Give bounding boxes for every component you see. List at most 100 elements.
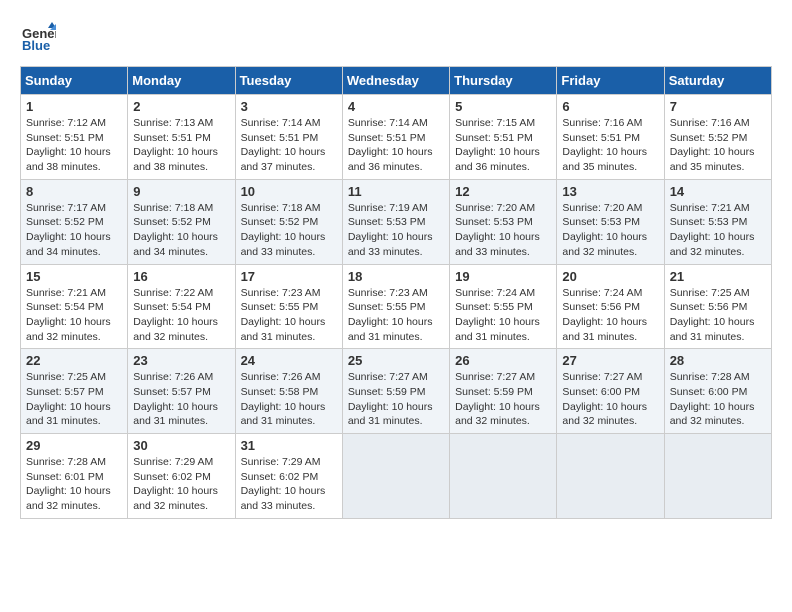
weekday-header-saturday: Saturday — [664, 67, 771, 95]
calendar-cell: 9Sunrise: 7:18 AMSunset: 5:52 PMDaylight… — [128, 179, 235, 264]
page-header: General Blue — [20, 20, 772, 56]
calendar-cell: 20Sunrise: 7:24 AMSunset: 5:56 PMDayligh… — [557, 264, 664, 349]
calendar-cell — [664, 434, 771, 519]
calendar-cell: 25 Sunrise: 7:27 AMSunset: 5:59 PMDayligh… — [342, 349, 449, 434]
day-info: Sunrise: 7:25 AMSunset: 5:57 PMDaylight:… — [26, 370, 122, 429]
day-number: 15 — [26, 269, 122, 284]
calendar-cell: 24 Sunrise: 7:26 AMSunset: 5:58 PMDayligh… — [235, 349, 342, 434]
day-info: Sunrise: 7:29 AMSunset: 6:02 PMDaylight:… — [133, 455, 229, 514]
day-number: 13 — [562, 184, 658, 199]
calendar-cell: 8 Sunrise: 7:17 AMSunset: 5:52 PMDaylight… — [21, 179, 128, 264]
calendar-cell: 23 Sunrise: 7:26 AMSunset: 5:57 PMDayligh… — [128, 349, 235, 434]
day-info: Sunrise: 7:26 AMSunset: 5:57 PMDaylight:… — [133, 370, 229, 429]
day-info: Sunrise: 7:23 AMSunset: 5:55 PMDaylight:… — [241, 286, 337, 345]
calendar-cell: 31Sunrise: 7:29 AMSunset: 6:02 PMDayligh… — [235, 434, 342, 519]
calendar-cell: 16 Sunrise: 7:22 AMSunset: 5:54 PMDayligh… — [128, 264, 235, 349]
day-number: 27 — [562, 353, 658, 368]
day-number: 26 — [455, 353, 551, 368]
day-number: 5 — [455, 99, 551, 114]
weekday-header-tuesday: Tuesday — [235, 67, 342, 95]
day-info: Sunrise: 7:26 AMSunset: 5:58 PMDaylight:… — [241, 370, 337, 429]
day-info: Sunrise: 7:25 AMSunset: 5:56 PMDaylight:… — [670, 286, 766, 345]
calendar-cell: 14 Sunrise: 7:21 AMSunset: 5:53 PMDayligh… — [664, 179, 771, 264]
day-info: Sunrise: 7:13 AMSunset: 5:51 PMDaylight:… — [133, 116, 229, 175]
day-info: Sunrise: 7:14 AMSunset: 5:51 PMDaylight:… — [348, 116, 444, 175]
day-info: Sunrise: 7:23 AMSunset: 5:55 PMDaylight:… — [348, 286, 444, 345]
day-info: Sunrise: 7:20 AMSunset: 5:53 PMDaylight:… — [455, 201, 551, 260]
weekday-header-thursday: Thursday — [450, 67, 557, 95]
day-number: 30 — [133, 438, 229, 453]
day-number: 22 — [26, 353, 122, 368]
day-info: Sunrise: 7:29 AMSunset: 6:02 PMDaylight:… — [241, 455, 337, 514]
day-number: 8 — [26, 184, 122, 199]
logo-icon: General Blue — [20, 20, 56, 56]
day-info: Sunrise: 7:16 AMSunset: 5:51 PMDaylight:… — [562, 116, 658, 175]
day-info: Sunrise: 7:19 AMSunset: 5:53 PMDaylight:… — [348, 201, 444, 260]
day-info: Sunrise: 7:28 AMSunset: 6:01 PMDaylight:… — [26, 455, 122, 514]
calendar-cell: 29Sunrise: 7:28 AMSunset: 6:01 PMDayligh… — [21, 434, 128, 519]
day-info: Sunrise: 7:16 AMSunset: 5:52 PMDaylight:… — [670, 116, 766, 175]
calendar-cell: 19 Sunrise: 7:24 AMSunset: 5:55 PMDayligh… — [450, 264, 557, 349]
day-number: 2 — [133, 99, 229, 114]
weekday-header-sunday: Sunday — [21, 67, 128, 95]
calendar-cell: 2 Sunrise: 7:13 AMSunset: 5:51 PMDaylight… — [128, 95, 235, 180]
calendar-week-4: 22 Sunrise: 7:25 AMSunset: 5:57 PMDayligh… — [21, 349, 772, 434]
day-info: Sunrise: 7:12 AMSunset: 5:51 PMDaylight:… — [26, 116, 122, 175]
day-info: Sunrise: 7:21 AMSunset: 5:54 PMDaylight:… — [26, 286, 122, 345]
calendar-cell: 5 Sunrise: 7:15 AMSunset: 5:51 PMDaylight… — [450, 95, 557, 180]
calendar-cell: 6 Sunrise: 7:16 AMSunset: 5:51 PMDaylight… — [557, 95, 664, 180]
calendar-cell: 13Sunrise: 7:20 AMSunset: 5:53 PMDayligh… — [557, 179, 664, 264]
day-info: Sunrise: 7:15 AMSunset: 5:51 PMDaylight:… — [455, 116, 551, 175]
day-number: 18 — [348, 269, 444, 284]
day-info: Sunrise: 7:22 AMSunset: 5:54 PMDaylight:… — [133, 286, 229, 345]
day-info: Sunrise: 7:28 AMSunset: 6:00 PMDaylight:… — [670, 370, 766, 429]
calendar-cell: 27 Sunrise: 7:27 AMSunset: 6:00 PMDayligh… — [557, 349, 664, 434]
day-number: 14 — [670, 184, 766, 199]
day-info: Sunrise: 7:18 AMSunset: 5:52 PMDaylight:… — [241, 201, 337, 260]
logo: General Blue — [20, 20, 60, 56]
day-number: 16 — [133, 269, 229, 284]
day-number: 19 — [455, 269, 551, 284]
day-number: 25 — [348, 353, 444, 368]
svg-text:Blue: Blue — [22, 38, 50, 53]
calendar-cell: 10 Sunrise: 7:18 AMSunset: 5:52 PMDayligh… — [235, 179, 342, 264]
calendar-cell: 4 Sunrise: 7:14 AMSunset: 5:51 PMDaylight… — [342, 95, 449, 180]
calendar-cell: 22 Sunrise: 7:25 AMSunset: 5:57 PMDayligh… — [21, 349, 128, 434]
calendar-cell: 15 Sunrise: 7:21 AMSunset: 5:54 PMDayligh… — [21, 264, 128, 349]
weekday-header-wednesday: Wednesday — [342, 67, 449, 95]
day-info: Sunrise: 7:27 AMSunset: 5:59 PMDaylight:… — [348, 370, 444, 429]
calendar-table: SundayMondayTuesdayWednesdayThursdayFrid… — [20, 66, 772, 519]
day-number: 23 — [133, 353, 229, 368]
calendar-cell: 21Sunrise: 7:25 AMSunset: 5:56 PMDayligh… — [664, 264, 771, 349]
weekday-header-friday: Friday — [557, 67, 664, 95]
calendar-week-1: 1 Sunrise: 7:12 AMSunset: 5:51 PMDaylight… — [21, 95, 772, 180]
day-number: 17 — [241, 269, 337, 284]
calendar-cell — [342, 434, 449, 519]
calendar-cell: 28 Sunrise: 7:28 AMSunset: 6:00 PMDayligh… — [664, 349, 771, 434]
calendar-header-row: SundayMondayTuesdayWednesdayThursdayFrid… — [21, 67, 772, 95]
day-number: 6 — [562, 99, 658, 114]
calendar-cell: 26 Sunrise: 7:27 AMSunset: 5:59 PMDayligh… — [450, 349, 557, 434]
calendar-week-2: 8 Sunrise: 7:17 AMSunset: 5:52 PMDaylight… — [21, 179, 772, 264]
day-info: Sunrise: 7:24 AMSunset: 5:55 PMDaylight:… — [455, 286, 551, 345]
day-info: Sunrise: 7:21 AMSunset: 5:53 PMDaylight:… — [670, 201, 766, 260]
day-number: 3 — [241, 99, 337, 114]
day-number: 11 — [348, 184, 444, 199]
calendar-cell: 17 Sunrise: 7:23 AMSunset: 5:55 PMDayligh… — [235, 264, 342, 349]
calendar-cell: 11 Sunrise: 7:19 AMSunset: 5:53 PMDayligh… — [342, 179, 449, 264]
calendar-cell: 12Sunrise: 7:20 AMSunset: 5:53 PMDayligh… — [450, 179, 557, 264]
calendar-cell: 1 Sunrise: 7:12 AMSunset: 5:51 PMDaylight… — [21, 95, 128, 180]
day-info: Sunrise: 7:27 AMSunset: 6:00 PMDaylight:… — [562, 370, 658, 429]
day-number: 4 — [348, 99, 444, 114]
calendar-week-3: 15 Sunrise: 7:21 AMSunset: 5:54 PMDayligh… — [21, 264, 772, 349]
day-info: Sunrise: 7:27 AMSunset: 5:59 PMDaylight:… — [455, 370, 551, 429]
day-number: 10 — [241, 184, 337, 199]
day-number: 24 — [241, 353, 337, 368]
day-info: Sunrise: 7:17 AMSunset: 5:52 PMDaylight:… — [26, 201, 122, 260]
day-number: 28 — [670, 353, 766, 368]
day-number: 1 — [26, 99, 122, 114]
calendar-cell: 30 Sunrise: 7:29 AMSunset: 6:02 PMDayligh… — [128, 434, 235, 519]
calendar-cell — [450, 434, 557, 519]
day-number: 9 — [133, 184, 229, 199]
day-info: Sunrise: 7:14 AMSunset: 5:51 PMDaylight:… — [241, 116, 337, 175]
